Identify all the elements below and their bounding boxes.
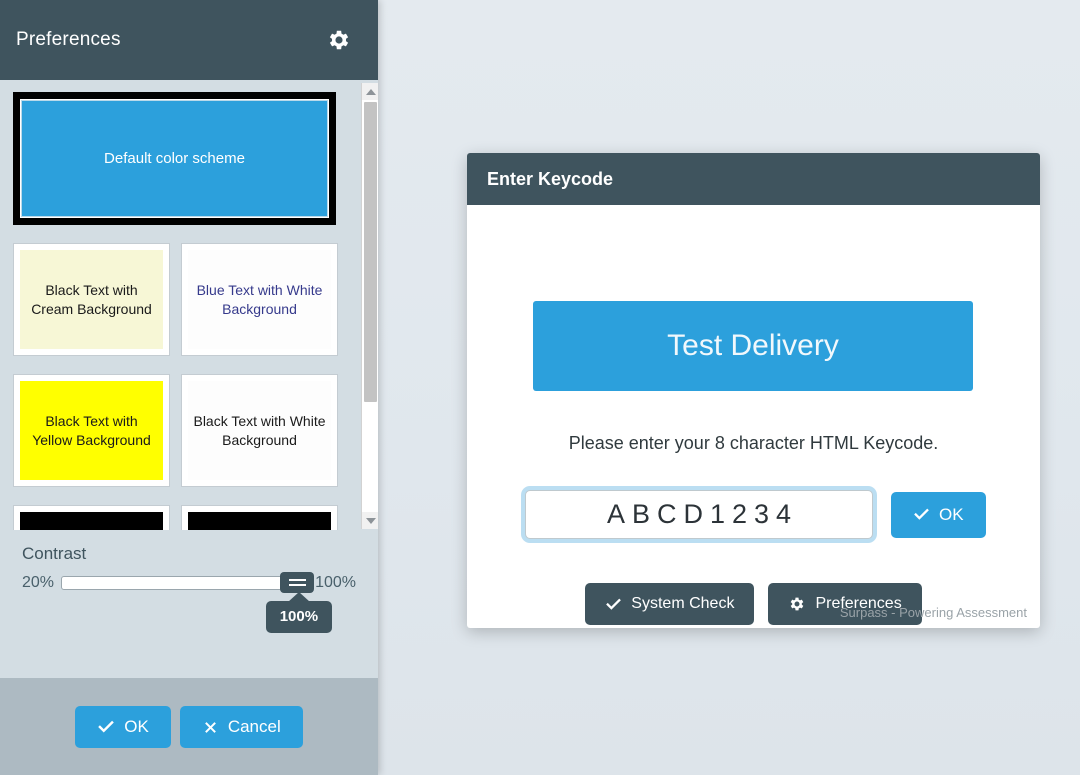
scheme-row-2: Black Text with Yellow Background Black … xyxy=(13,374,351,487)
preferences-ok-label: OK xyxy=(124,717,149,736)
scheme-card-blue-white-label: Blue Text with White Background xyxy=(196,281,323,317)
scheme-card-yellow-label: Black Text with Yellow Background xyxy=(32,412,151,448)
scheme-card-black-white-swatch: Black Text with White Background xyxy=(188,381,331,480)
scheme-card-yellow[interactable]: Black Text with Yellow Background xyxy=(13,374,170,487)
preferences-panel: Preferences Default color scheme Black T… xyxy=(0,0,378,775)
contrast-slider-handle[interactable] xyxy=(280,572,315,593)
check-icon xyxy=(606,598,622,610)
contrast-slider-row: 20% 100% 100% xyxy=(22,572,356,633)
contrast-max-label: 100% xyxy=(315,574,356,591)
scheme-card-default-swatch: Default color scheme xyxy=(21,100,328,217)
preferences-cancel-label: Cancel xyxy=(227,717,281,736)
scheme-card-black-left-swatch xyxy=(20,512,163,530)
contrast-slider[interactable]: 100% xyxy=(61,572,333,633)
close-icon xyxy=(204,721,216,733)
test-delivery-banner: Test Delivery xyxy=(533,301,973,391)
keycode-dialog-header: Enter Keycode xyxy=(467,153,1040,205)
scheme-card-blue-white[interactable]: Blue Text with White Background xyxy=(181,243,338,356)
keycode-instruction-text: Please enter your 8 character HTML Keyco… xyxy=(568,433,939,453)
keycode-ok-button[interactable]: OK xyxy=(891,491,986,538)
gear-icon[interactable] xyxy=(326,27,352,53)
scheme-card-black-left[interactable] xyxy=(13,505,170,530)
check-icon xyxy=(98,720,115,733)
test-delivery-banner-label: Test Delivery xyxy=(667,329,839,362)
scrollbar-down-arrow-icon[interactable] xyxy=(362,512,378,529)
contrast-block: Contrast 20% 100% 100% xyxy=(0,530,378,633)
scheme-card-default-label: Default color scheme xyxy=(104,150,245,167)
gear-icon xyxy=(791,597,804,611)
keycode-dialog-footnote: Surpass - Powering Assessment xyxy=(839,605,1027,620)
scheme-row-1: Black Text with Cream Background Blue Te… xyxy=(13,243,351,356)
scheme-card-blue-white-swatch: Blue Text with White Background xyxy=(188,250,331,349)
preferences-ok-button[interactable]: OK xyxy=(75,706,171,748)
scheme-card-cream-swatch: Black Text with Cream Background xyxy=(20,250,163,349)
scrollbar-track[interactable] xyxy=(362,100,378,512)
contrast-slider-track[interactable] xyxy=(61,576,309,590)
color-scheme-region: Default color scheme Black Text with Cre… xyxy=(0,80,378,530)
contrast-min-label: 20% xyxy=(22,574,55,591)
preferences-title: Preferences xyxy=(16,29,121,50)
system-check-button[interactable]: System Check xyxy=(585,583,755,625)
scheme-card-black-right[interactable] xyxy=(181,505,338,530)
scrollbar-thumb[interactable] xyxy=(364,102,377,402)
contrast-slider-tooltip: 100% xyxy=(265,601,333,633)
scrollbar-up-arrow-icon[interactable] xyxy=(362,83,378,100)
contrast-label: Contrast xyxy=(22,544,87,563)
preferences-body: Default color scheme Black Text with Cre… xyxy=(0,80,378,678)
scheme-card-black-white-label: Black Text with White Background xyxy=(193,412,326,448)
scheme-card-cream-label: Black Text with Cream Background xyxy=(31,281,152,317)
keycode-input-row: OK xyxy=(525,490,986,539)
system-check-label: System Check xyxy=(631,595,735,612)
color-scheme-list: Default color scheme Black Text with Cre… xyxy=(13,92,351,530)
keycode-input[interactable] xyxy=(525,490,873,539)
scheme-card-black-white[interactable]: Black Text with White Background xyxy=(181,374,338,487)
preferences-footer: OK Cancel xyxy=(0,678,378,775)
keycode-dialog-body: Test Delivery Please enter your 8 charac… xyxy=(467,205,1040,628)
scheme-card-yellow-swatch: Black Text with Yellow Background xyxy=(20,381,163,480)
color-scheme-scrollbar[interactable] xyxy=(361,83,378,529)
keycode-dialog-title: Enter Keycode xyxy=(487,168,614,189)
scheme-card-black-right-swatch xyxy=(188,512,331,530)
scheme-card-cream[interactable]: Black Text with Cream Background xyxy=(13,243,170,356)
preferences-header: Preferences xyxy=(0,0,378,80)
scheme-card-default[interactable]: Default color scheme xyxy=(13,92,336,225)
keycode-ok-label: OK xyxy=(939,504,964,524)
keycode-dialog: Enter Keycode Test Delivery Please enter… xyxy=(467,153,1040,628)
check-icon xyxy=(914,508,929,520)
preferences-cancel-button[interactable]: Cancel xyxy=(179,706,303,748)
scheme-row-3 xyxy=(13,505,351,530)
